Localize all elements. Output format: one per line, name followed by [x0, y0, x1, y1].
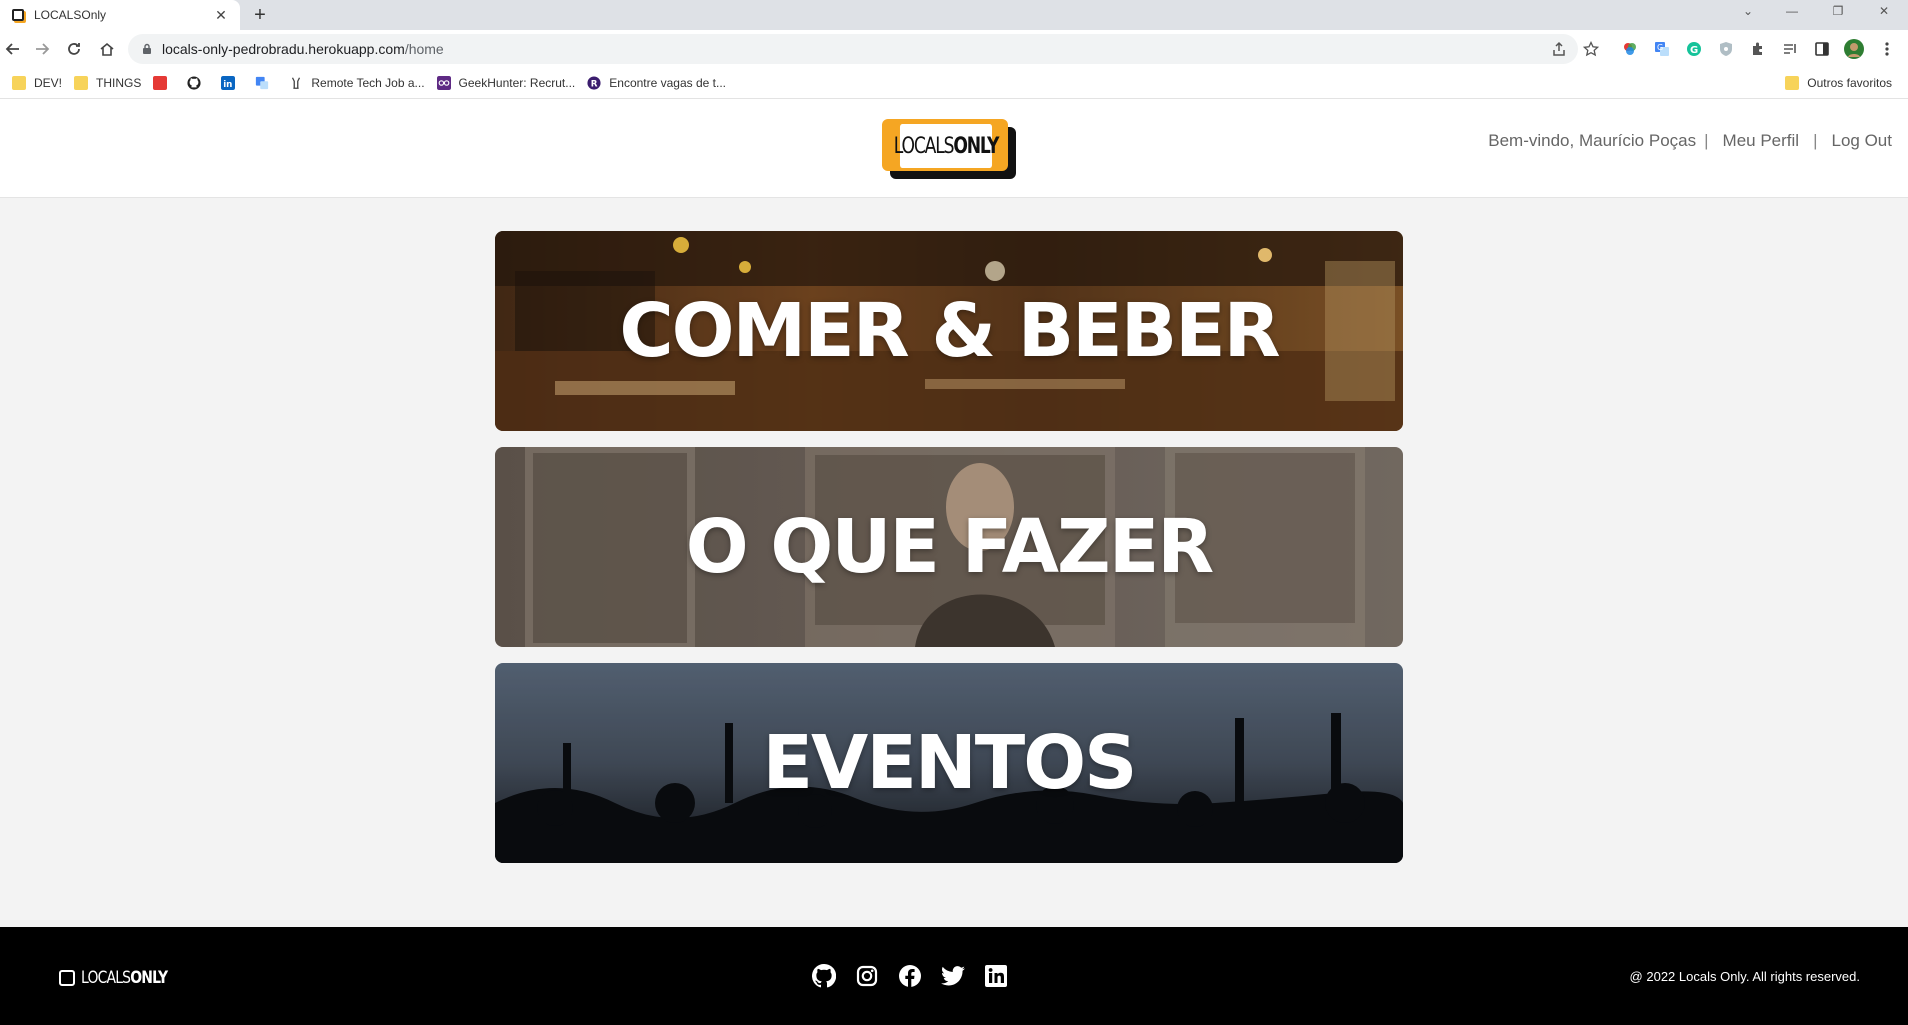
bookmark-encontre-vagas[interactable]: R Encontre vagas de t...: [581, 70, 732, 96]
card-eventos[interactable]: EVENTOS: [495, 663, 1403, 863]
logo-text: LOCALS ONLY: [894, 124, 999, 168]
home-icon: [100, 42, 114, 56]
logo-square-icon: [59, 970, 75, 986]
category-cards: COMER & BEBER O QUE FAZER EVENTOS: [495, 231, 1403, 879]
r-logo-icon: R: [587, 75, 601, 90]
bookmark-red-app[interactable]: [147, 70, 181, 96]
card-label: EVENTOS: [762, 720, 1138, 806]
nav-separator: |: [1704, 131, 1709, 150]
address-bar[interactable]: locals-only-pedrobradu.herokuapp.com/hom…: [128, 34, 1578, 64]
profile-link[interactable]: Meu Perfil: [1723, 131, 1800, 151]
nav-separator: |: [1813, 131, 1818, 150]
github-icon[interactable]: [811, 963, 837, 989]
copyright-text: @ 2022 Locals Only. All rights reserved.: [1629, 969, 1860, 984]
close-window-button[interactable]: ✕: [1862, 0, 1906, 22]
reading-list-icon[interactable]: [1779, 38, 1801, 60]
site-favicon-icon: [12, 9, 24, 21]
bookmark-folder-dev[interactable]: DEV!: [6, 70, 68, 96]
grammarly-extension-icon[interactable]: G: [1683, 38, 1705, 60]
bookmark-folder-things[interactable]: THINGS: [68, 70, 147, 96]
profile-avatar-icon[interactable]: [1843, 38, 1865, 60]
reload-icon: [68, 43, 80, 55]
bookmark-geekhunter[interactable]: GeekHunter: Recrut...: [431, 70, 582, 96]
url-text: locals-only-pedrobradu.herokuapp.com/hom…: [162, 41, 444, 57]
forward-arrow-icon: [36, 43, 50, 55]
welcome-text: Bem-vindo, Maurício Poças: [1488, 131, 1697, 150]
tab-strip: LOCALSOnly ✕ + ⌄ — ❐ ✕: [0, 0, 1908, 30]
back-button[interactable]: [0, 36, 26, 62]
footer-logo-text: LOCALSONLY: [81, 968, 168, 988]
extensions-puzzle-icon[interactable]: [1747, 38, 1769, 60]
site-footer: LOCALSONLY @ 2022 Locals Only. All right…: [0, 927, 1908, 1025]
close-tab-icon[interactable]: ✕: [210, 4, 232, 26]
bookmark-folder-other[interactable]: Outros favoritos: [1779, 70, 1898, 96]
bookmark-translate[interactable]: [249, 70, 283, 96]
minimize-button[interactable]: —: [1770, 0, 1814, 22]
red-app-icon: [153, 75, 168, 90]
bookmark-linkedin[interactable]: in: [215, 70, 249, 96]
back-arrow-icon: [5, 43, 19, 55]
github-icon: [187, 75, 201, 90]
svg-text:G: G: [1690, 45, 1698, 56]
folder-icon: [12, 75, 26, 90]
share-icon[interactable]: [1548, 38, 1570, 60]
social-links: [811, 963, 1026, 989]
forward-button[interactable]: [29, 36, 55, 62]
user-nav: Bem-vindo, Maurício Poças | Meu Perfil |…: [1488, 131, 1892, 151]
bookmark-star-icon[interactable]: [1580, 38, 1602, 60]
home-button[interactable]: [94, 36, 120, 62]
reload-button[interactable]: [61, 36, 87, 62]
twitter-icon[interactable]: [940, 963, 966, 989]
bookmark-remote-tech-job[interactable]: Remote Tech Job a...: [283, 70, 430, 96]
card-comer-beber[interactable]: COMER & BEBER: [495, 231, 1403, 431]
browser-tab[interactable]: LOCALSOnly ✕: [0, 0, 240, 30]
linkedin-icon: in: [221, 75, 236, 90]
tab-title: LOCALSOnly: [34, 8, 107, 22]
shield-extension-icon[interactable]: [1715, 38, 1737, 60]
lock-icon: [143, 43, 151, 54]
bookmark-github[interactable]: [181, 70, 215, 96]
browser-menu-icon[interactable]: [1876, 38, 1898, 60]
card-label: O QUE FAZER: [685, 504, 1214, 590]
browser-toolbar: locals-only-pedrobradu.herokuapp.com/hom…: [0, 30, 1908, 67]
color-picker-extension-icon[interactable]: [1619, 38, 1641, 60]
folder-icon: [1785, 76, 1800, 90]
folder-icon: [74, 75, 89, 90]
site-logo[interactable]: LOCALS ONLY: [882, 119, 1016, 179]
logout-link[interactable]: Log Out: [1832, 131, 1893, 151]
facebook-icon[interactable]: [897, 963, 923, 989]
restore-button[interactable]: ❐: [1816, 0, 1860, 22]
card-label: COMER & BEBER: [619, 288, 1280, 374]
footer-logo[interactable]: LOCALSONLY: [59, 968, 186, 988]
translate-icon: [256, 76, 269, 89]
new-tab-button[interactable]: +: [248, 3, 272, 27]
card-o-que-fazer[interactable]: O QUE FAZER: [495, 447, 1403, 647]
translate-extension-icon[interactable]: G: [1651, 38, 1673, 60]
svg-text:R: R: [591, 79, 598, 89]
linkedin-icon[interactable]: [983, 963, 1009, 989]
peace-icon: [292, 76, 301, 89]
svg-text:G: G: [1657, 43, 1663, 52]
instagram-icon[interactable]: [854, 963, 880, 989]
geekhunter-icon: [436, 75, 451, 90]
svg-text:in: in: [224, 79, 233, 89]
site-header: LOCALS ONLY Bem-vindo, Maurício Poças | M…: [0, 99, 1908, 198]
side-panel-icon[interactable]: [1811, 38, 1833, 60]
bookmarks-bar: DEV! THINGS in Remote Tech Job a... Geek…: [0, 67, 1908, 99]
tab-search-icon[interactable]: ⌄: [1726, 0, 1770, 22]
